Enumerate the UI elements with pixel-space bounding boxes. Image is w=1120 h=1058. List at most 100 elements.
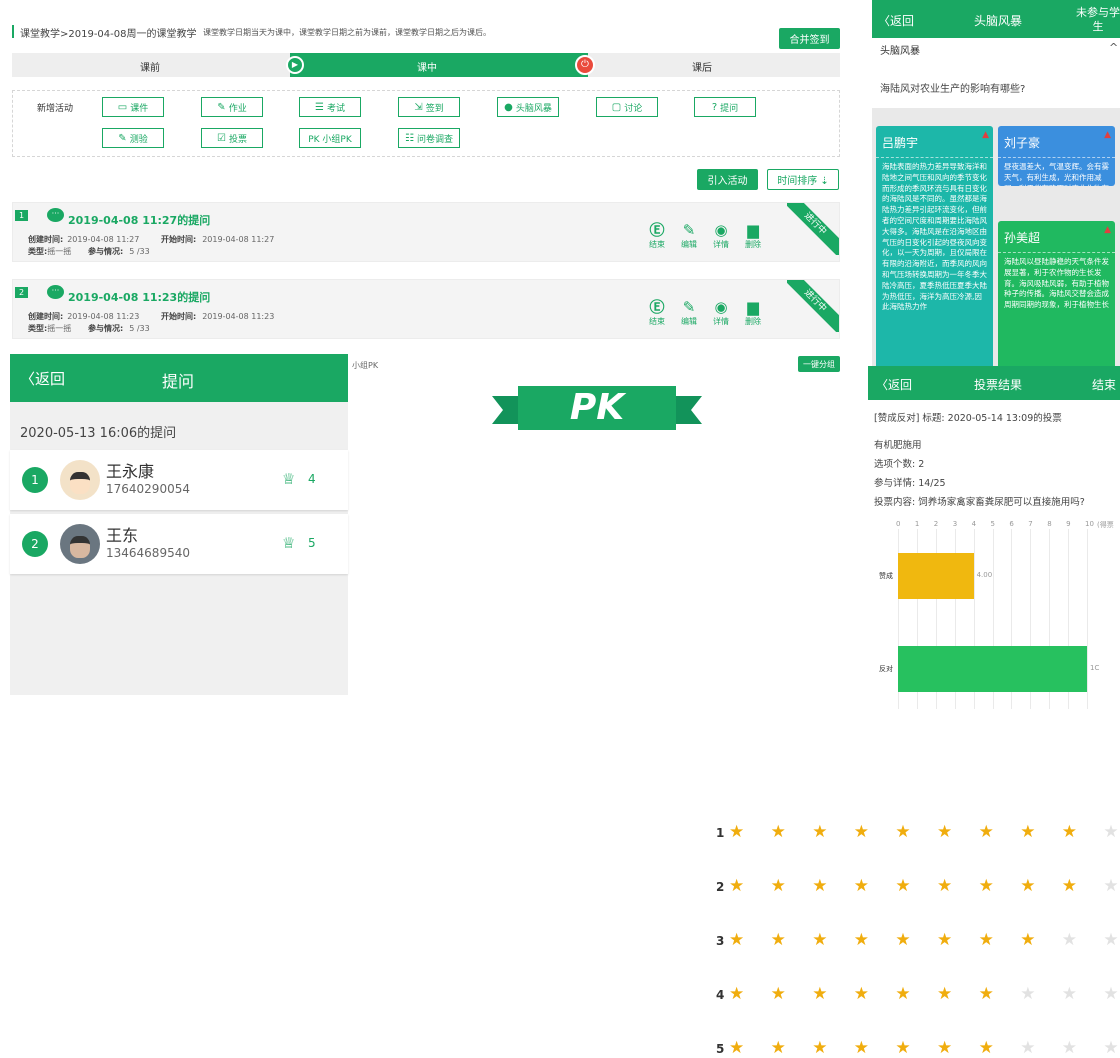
merge-checkin-button[interactable]: 合并签到: [779, 28, 840, 49]
status-text: 进行中: [787, 280, 839, 332]
star-filled-icon: ★: [853, 876, 870, 896]
activity-label: 问卷调查: [416, 134, 453, 145]
bar-0[interactable]: [898, 553, 974, 599]
idea-author: 孙美超: [998, 221, 1115, 253]
award-icon: ♕: [282, 470, 296, 488]
phase-before[interactable]: 课前: [140, 59, 160, 74]
action-label: 结束: [649, 317, 665, 326]
x-tick-label: 3: [952, 520, 958, 528]
vote-icon: ☑: [217, 132, 226, 144]
activity-label: 签到: [425, 103, 444, 114]
star-empty-icon: ★: [1061, 1038, 1078, 1058]
card-title[interactable]: 2019-04-08 11:27的提问: [68, 212, 210, 228]
activity-button-0[interactable]: ▭ 课件: [102, 97, 164, 117]
rank-badge: 1: [22, 467, 48, 493]
card-number: 2: [15, 287, 28, 298]
activity-button-8[interactable]: ☑ 投票: [201, 128, 263, 148]
detail-button[interactable]: ◉ 详情: [710, 221, 732, 250]
trash-icon: ▆: [747, 221, 759, 239]
x-tick-label: 0: [896, 520, 901, 528]
sort-by-time-button[interactable]: 时间排序 ⇣: [767, 169, 839, 190]
pk-row-number: 5: [716, 1042, 725, 1056]
activity-button-5[interactable]: ▢ 讨论: [596, 97, 658, 117]
card-participation: 参与情况: 5 /33: [88, 246, 150, 257]
bar-1[interactable]: [898, 646, 1087, 692]
star-filled-icon: ★: [895, 1038, 911, 1058]
section-title: 头脑风暴: [880, 46, 920, 57]
activity-card[interactable]: 1 ··· 2019-04-08 11:27的提问 创建时间: 2019-04-08 1…: [12, 202, 840, 262]
star-filled-icon: ★: [937, 1038, 953, 1058]
idea-card[interactable]: 刘子豪昼夜温差大，气温变辉。会有雾天气，有利生成，光和作用减弱，利于伴有降雨对农…: [998, 126, 1115, 186]
student-phone: 13464689540: [106, 546, 190, 560]
type-value: 摇一摇: [47, 247, 72, 256]
delete-button[interactable]: ▆ 删除: [742, 221, 764, 250]
question-panel: 〈返回 提问 2020-05-13 16:06的提问 1 王永康 176402900…: [10, 354, 348, 695]
star-filled-icon: ★: [770, 822, 786, 842]
activity-button-10[interactable]: ☷ 问卷调查: [398, 128, 460, 148]
back-button[interactable]: 〈返回: [878, 12, 914, 29]
created-value: 2019-04-08 11:23: [67, 312, 140, 321]
student-row[interactable]: 2 王东 13464689540 ♕ 5: [10, 514, 348, 574]
not-joined-button[interactable]: 未参与学生: [1076, 6, 1120, 34]
star-filled-icon: ★: [978, 984, 994, 1004]
collapse-icon[interactable]: ^: [1109, 41, 1118, 54]
student-row[interactable]: 1 王永康 17640290054 ♕ 4: [10, 450, 348, 510]
action-label: 删除: [745, 240, 761, 249]
star-filled-icon: ★: [1061, 876, 1078, 896]
edit-icon: ✎: [217, 101, 226, 113]
student-name: 王永康: [106, 462, 155, 481]
activity-button-4[interactable]: ● 头脑风暴: [497, 97, 559, 117]
activity-card[interactable]: 2 ··· 2019-04-08 11:23的提问 创建时间: 2019-04-08 1…: [12, 279, 840, 339]
star-filled-icon: ★: [978, 1038, 994, 1058]
edit-icon: ✎: [682, 298, 696, 316]
activity-button-7[interactable]: ✎ 测验: [102, 128, 164, 148]
activity-button-9[interactable]: PK 小组PK: [299, 128, 361, 148]
back-button[interactable]: 〈返回: [876, 376, 912, 393]
type-label: 类型:: [28, 247, 48, 256]
idea-text: 海陆表面的热力差异导致海洋和陆地之间气压和风向的季节变化而形成的季风环流与具有日…: [882, 162, 987, 312]
star-filled-icon: ★: [729, 822, 745, 842]
star-empty-icon: ★: [1103, 822, 1119, 842]
idea-card[interactable]: 吕鹏宇 海陆表面的热力差异导致海洋和陆地之间气压和风向的季节变化而形成的季风环流与…: [876, 126, 993, 368]
face-icon: [70, 536, 90, 558]
activity-button-1[interactable]: ✎ 作业: [201, 97, 263, 117]
import-activity-button[interactable]: 引入活动: [697, 169, 758, 190]
axis-unit: (得票: [1097, 521, 1114, 529]
star-filled-icon: ★: [1020, 876, 1036, 896]
activity-label: 考试: [326, 103, 345, 114]
delete-button[interactable]: ▆ 删除: [742, 298, 764, 327]
x-tick-label: 5: [990, 520, 995, 528]
phase-after[interactable]: 课后: [692, 59, 712, 74]
breadcrumb[interactable]: 课堂教学>2019-04-08周一的课堂教学: [20, 25, 197, 40]
card-number: 1: [15, 210, 28, 221]
star-filled-icon: ★: [853, 930, 870, 950]
end-button[interactable]: Ⓔ 结束: [646, 298, 668, 327]
detail-button[interactable]: ◉ 详情: [710, 298, 732, 327]
edit-button[interactable]: ✎ 编辑: [678, 221, 700, 250]
edit-button[interactable]: ✎ 编辑: [678, 298, 700, 327]
phase-hint: 课堂教学日期当天为课中，课堂教学日期之前为课前，课堂教学日期之后为课后。: [203, 28, 491, 37]
pin-icon: ●: [504, 101, 513, 113]
activity-label: 头脑风暴: [515, 103, 552, 114]
action-label: 结束: [649, 240, 665, 249]
activity-button-6[interactable]: ? 提问: [694, 97, 756, 117]
end-icon: Ⓔ: [649, 298, 665, 316]
star-empty-icon: ★: [1103, 876, 1119, 896]
end-vote-button[interactable]: 结束: [1092, 376, 1116, 393]
student-phone: 17640290054: [106, 482, 190, 496]
back-button[interactable]: 〈返回: [20, 368, 65, 389]
star-filled-icon: ★: [812, 1038, 828, 1058]
folder-icon: ▭: [117, 101, 128, 113]
type-label: 类型:: [28, 324, 48, 333]
star-filled-icon: ★: [812, 876, 828, 896]
idea-card[interactable]: 孙美超 海陆风以昼陆静稳的天气条件发展显著，利于农作物的生长发育。海风吸陆风弱，有…: [998, 221, 1115, 368]
auto-group-button[interactable]: 一键分组: [798, 356, 840, 372]
student-score: 5: [308, 536, 316, 550]
phase-during[interactable]: 课中: [417, 59, 437, 74]
activity-button-3[interactable]: ⇲ 签到: [398, 97, 460, 117]
survey-icon: ☷: [405, 132, 414, 144]
end-button[interactable]: Ⓔ 结束: [646, 221, 668, 250]
checkin-icon: ⇲: [414, 101, 423, 113]
card-title[interactable]: 2019-04-08 11:23的提问: [68, 289, 210, 305]
activity-button-2[interactable]: ☰ 考试: [299, 97, 361, 117]
